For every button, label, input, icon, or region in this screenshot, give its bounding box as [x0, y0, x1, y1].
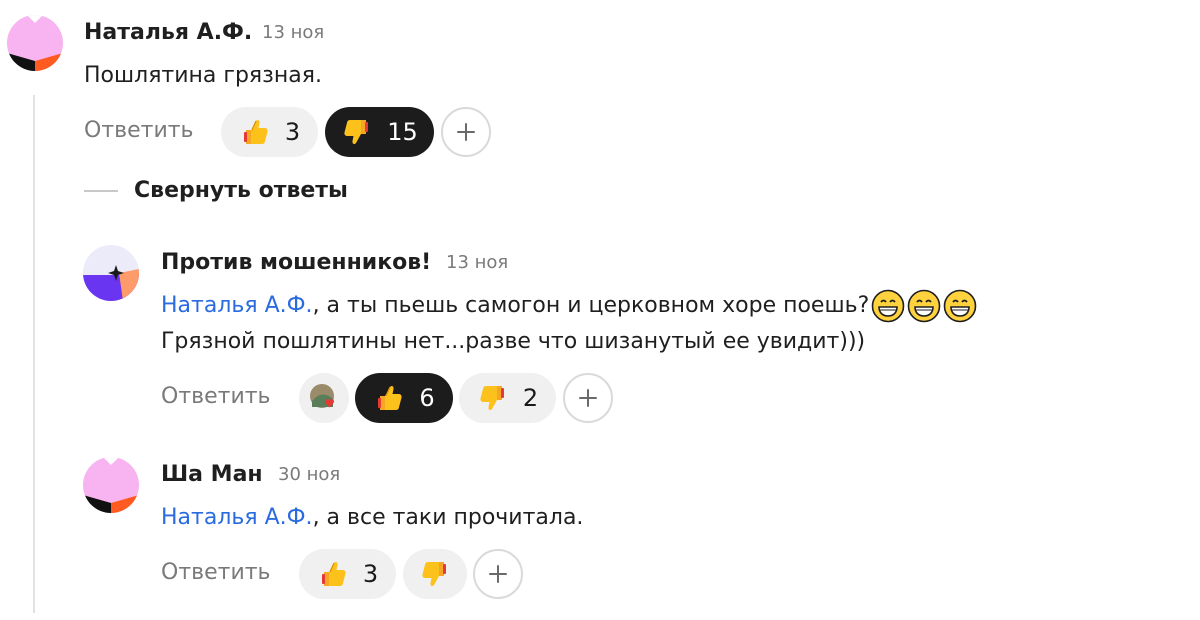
reaction-like-button[interactable]: 3 [221, 107, 318, 157]
reaction-count: 2 [522, 384, 539, 412]
grinning-face-icon [871, 289, 905, 323]
comment-author[interactable]: Против мошенников! [161, 250, 431, 275]
comment-text: Грязной пошлятины нет...разве что шизану… [161, 329, 866, 354]
comment-date: 30 ноя [278, 464, 341, 485]
reaction-count: 6 [419, 384, 435, 412]
add-reaction-button[interactable] [473, 549, 523, 599]
thumbs-up-icon [317, 558, 349, 590]
avatar-heart-icon [310, 384, 335, 408]
grinning-face-icon [907, 289, 941, 323]
reaction-count: 3 [362, 560, 379, 588]
thumbs-down-icon [477, 382, 509, 414]
mention-link[interactable]: Наталья А.Ф. [161, 293, 313, 318]
collapse-replies-button[interactable]: Свернуть ответы [84, 178, 348, 203]
thumbs-up-icon [373, 382, 405, 414]
avatar[interactable] [7, 15, 63, 71]
reaction-like-button[interactable]: 6 [355, 373, 453, 423]
reaction-dislike-button[interactable] [403, 549, 467, 599]
comment-date: 13 ноя [262, 22, 325, 43]
reply-button[interactable]: Ответить [161, 560, 271, 585]
reply-button[interactable]: Ответить [84, 118, 194, 143]
plus-icon [455, 121, 477, 143]
comment-text: , а все таки прочитала. [312, 505, 584, 530]
plus-icon [577, 387, 599, 409]
grinning-face-icon [943, 289, 977, 323]
collapse-replies-label: Свернуть ответы [134, 178, 348, 203]
avatar[interactable] [83, 245, 139, 301]
reaction-count: 15 [387, 118, 418, 146]
comment-date: 13 ноя [446, 252, 509, 273]
thread-line [33, 95, 35, 613]
thumbs-down-icon [341, 116, 373, 148]
comment-author[interactable]: Ша Ман [161, 462, 263, 487]
divider [84, 189, 118, 192]
reaction-like-button[interactable]: 3 [299, 549, 396, 599]
thumbs-down-icon [419, 558, 451, 590]
comment-author[interactable]: Наталья А.Ф. [84, 20, 252, 45]
plus-icon [487, 563, 509, 585]
reaction-count: 3 [284, 118, 301, 146]
add-reaction-button[interactable] [563, 373, 613, 423]
comment-text-line: Наталья А.Ф., а ты пьешь самогон и церко… [161, 287, 977, 325]
mention-link[interactable]: Наталья А.Ф. [161, 505, 313, 530]
add-reaction-button[interactable] [441, 107, 491, 157]
comment-text-line: Наталья А.Ф., а все таки прочитала. [161, 499, 583, 537]
reaction-avatar-heart-button[interactable] [299, 373, 349, 423]
comment-text: , а ты пьешь самогон и церковном хоре по… [312, 293, 870, 318]
reaction-dislike-button[interactable]: 2 [459, 373, 556, 423]
reaction-dislike-button[interactable]: 15 [325, 107, 434, 157]
reply-button[interactable]: Ответить [161, 384, 271, 409]
avatar[interactable] [83, 457, 139, 513]
comment-text: Пошлятина грязная. [84, 63, 322, 88]
thumbs-up-icon [239, 116, 271, 148]
